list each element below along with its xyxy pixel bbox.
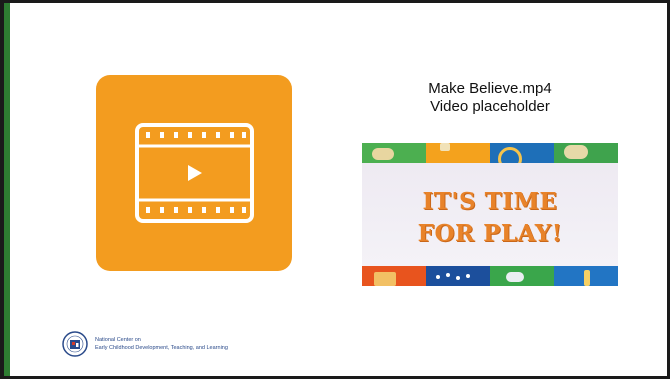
thumbnail-title-line1: IT'S TIME	[422, 188, 558, 215]
tile	[426, 266, 490, 286]
logo-line1: National Center on	[95, 337, 141, 343]
tile	[362, 143, 426, 163]
video-film-play-icon	[135, 123, 254, 223]
logo-text: National Center on Early Childhood Devel…	[95, 336, 228, 352]
video-filename: Make Believe.mp4	[428, 80, 552, 97]
slide-border-top	[0, 0, 670, 3]
tile	[490, 143, 554, 171]
video-caption: Make Believe.mp4 Video placeholder	[360, 80, 620, 116]
seal-logo-icon	[62, 331, 88, 357]
tile	[362, 266, 426, 286]
slide: Make Believe.mp4 Video placeholder IT'S …	[0, 0, 670, 379]
logo-line2: Early Childhood Development, Teaching, a…	[95, 345, 228, 351]
video-placeholder-label: Video placeholder	[430, 98, 550, 115]
video-placeholder-tile[interactable]	[96, 75, 292, 271]
accent-bar	[4, 3, 10, 376]
organization-logo: National Center on Early Childhood Devel…	[62, 331, 302, 361]
tile	[554, 143, 618, 163]
tile	[426, 143, 490, 163]
thumbnail-top-strip	[362, 143, 618, 171]
thumbnail-bottom-strip	[362, 266, 618, 286]
tile	[490, 266, 554, 286]
tile	[554, 266, 618, 286]
thumbnail-title-line2: FOR PLAY!	[417, 220, 563, 247]
video-thumbnail[interactable]: IT'S TIME FOR PLAY!	[362, 143, 618, 286]
